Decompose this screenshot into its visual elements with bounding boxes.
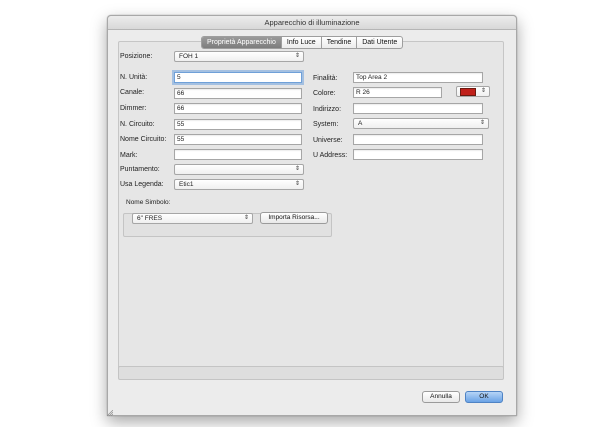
symbol-select[interactable]: 6" FRES ⇕ <box>132 213 253 224</box>
universe-field[interactable] <box>353 134 483 145</box>
unit-number-label: N. Unità: <box>120 74 148 81</box>
fixture-dialog: Apparecchio di illuminazione Proprietà A… <box>107 15 517 416</box>
address-field[interactable] <box>353 103 483 114</box>
dimmer-field[interactable]: 66 <box>174 103 302 114</box>
color-label: Colore: <box>313 90 336 97</box>
unit-number-field[interactable]: 5 <box>174 72 302 83</box>
import-resource-button[interactable]: Importa Risorsa... <box>260 212 328 224</box>
chevron-updown-icon: ⇕ <box>480 88 486 94</box>
chevron-updown-icon: ⇕ <box>294 181 300 187</box>
cancel-button[interactable]: Annulla <box>422 391 460 403</box>
tab-user-data[interactable]: Dati Utente <box>357 37 402 48</box>
ok-button[interactable]: OK <box>465 391 503 403</box>
dimmer-label: Dimmer: <box>120 105 147 112</box>
resize-grip-icon[interactable] <box>107 410 113 416</box>
color-field[interactable]: R 26 <box>353 87 442 98</box>
system-label: System: <box>313 121 339 128</box>
u-address-label: U Address: <box>313 152 348 159</box>
symbol-value: 6" FRES <box>137 215 163 222</box>
color-swatch-select[interactable]: ⇕ <box>456 86 490 97</box>
mark-field[interactable] <box>174 149 302 160</box>
mark-label: Mark: <box>120 152 138 159</box>
address-label: Indirizzo: <box>313 106 342 113</box>
channel-label: Canale: <box>120 89 145 96</box>
system-value: A <box>358 120 363 127</box>
system-select[interactable]: A ⇕ <box>353 118 489 129</box>
chevron-updown-icon: ⇕ <box>294 166 300 172</box>
circuit-name-label: Nome Circuito: <box>120 136 167 143</box>
purpose-field[interactable]: Top Area 2 <box>353 72 483 83</box>
dialog-title: Apparecchio di illuminazione <box>108 16 516 30</box>
legend-value: Etic1 <box>179 181 194 188</box>
symbol-name-label: Nome Simbolo: <box>126 199 171 206</box>
position-value: FOH 1 <box>179 53 199 60</box>
tab-curtains[interactable]: Tendine <box>322 37 358 48</box>
universe-label: Universe: <box>313 137 343 144</box>
color-swatch <box>460 88 476 96</box>
status-bar <box>118 366 504 380</box>
purpose-label: Finalità: <box>313 75 338 82</box>
position-label: Posizione: <box>120 53 153 60</box>
chevron-updown-icon: ⇕ <box>243 215 249 221</box>
legend-select[interactable]: Etic1 ⇕ <box>174 179 304 190</box>
tab-fixture-properties[interactable]: Proprietà Apparecchio <box>202 37 282 48</box>
circuit-number-field[interactable]: 55 <box>174 119 302 130</box>
u-address-field[interactable] <box>353 149 483 160</box>
channel-field[interactable]: 66 <box>174 88 302 99</box>
focus-label: Puntamento: <box>120 166 160 173</box>
focus-select[interactable]: ⇕ <box>174 164 304 175</box>
position-select[interactable]: FOH 1 ⇕ <box>174 51 304 62</box>
tab-bar: Proprietà Apparecchio Info Luce Tendine … <box>201 36 404 49</box>
tab-light-info[interactable]: Info Luce <box>282 37 322 48</box>
chevron-updown-icon: ⇕ <box>479 120 485 126</box>
legend-label: Usa Legenda: <box>120 181 164 188</box>
chevron-updown-icon: ⇕ <box>294 53 300 59</box>
circuit-name-field[interactable]: 55 <box>174 134 302 145</box>
circuit-number-label: N. Circuito: <box>120 121 155 128</box>
